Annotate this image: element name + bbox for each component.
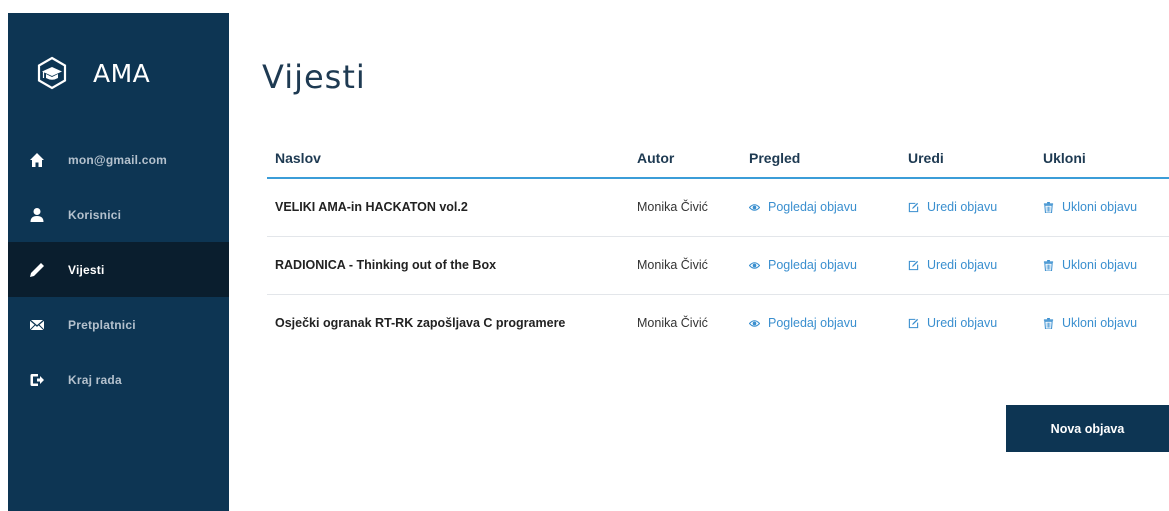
sidebar-item-news[interactable]: Vijesti bbox=[8, 242, 229, 297]
news-table: Naslov Autor Pregled Uredi Ukloni VELIKI… bbox=[267, 138, 1169, 353]
sidebar-item-logout[interactable]: Kraj rada bbox=[8, 352, 229, 407]
news-title: VELIKI AMA-in HACKATON vol.2 bbox=[275, 200, 468, 214]
home-icon bbox=[28, 151, 46, 169]
table-row: Osječki ogranak RT-RK zapošljava C progr… bbox=[267, 295, 1169, 353]
column-header-author: Autor bbox=[637, 150, 675, 166]
eye-icon bbox=[748, 318, 761, 329]
column-header-edit: Uredi bbox=[908, 150, 944, 166]
edit-post-link[interactable]: Uredi objavu bbox=[908, 200, 997, 214]
edit-post-label: Uredi objavu bbox=[927, 200, 998, 214]
logout-icon bbox=[28, 371, 46, 389]
sidebar-item-account[interactable]: mon@gmail.com bbox=[8, 132, 229, 187]
page-title: Vijesti bbox=[262, 58, 366, 96]
edit-post-label: Uredi objavu bbox=[927, 316, 998, 330]
eye-icon bbox=[748, 260, 761, 271]
sidebar-item-users[interactable]: Korisnici bbox=[8, 187, 229, 242]
news-title: RADIONICA - Thinking out of the Box bbox=[275, 258, 497, 272]
table-header: Naslov Autor Pregled Uredi Ukloni bbox=[267, 138, 1169, 179]
user-icon bbox=[28, 206, 46, 224]
view-post-label: Pogledaj objavu bbox=[768, 200, 857, 214]
new-post-button[interactable]: Nova objava bbox=[1006, 405, 1169, 452]
view-post-label: Pogledaj objavu bbox=[768, 316, 857, 330]
view-post-link[interactable]: Pogledaj objavu bbox=[748, 258, 857, 272]
pencil-icon bbox=[28, 261, 46, 279]
graduation-cap-icon bbox=[35, 56, 69, 90]
eye-icon bbox=[748, 202, 761, 213]
brand[interactable]: AMA bbox=[35, 53, 150, 93]
news-author: Monika Čivić bbox=[637, 258, 708, 272]
sidebar-item-label: Pretplatnici bbox=[68, 317, 136, 332]
view-post-link[interactable]: Pogledaj objavu bbox=[748, 200, 857, 214]
edit-post-link[interactable]: Uredi objavu bbox=[908, 258, 997, 272]
table-row: VELIKI AMA-in HACKATON vol.2 Monika Čivi… bbox=[267, 179, 1169, 237]
remove-post-link[interactable]: Ukloni objavu bbox=[1043, 316, 1137, 330]
news-author: Monika Čivić bbox=[637, 316, 708, 330]
brand-name: AMA bbox=[93, 58, 151, 88]
sidebar-nav: mon@gmail.com Korisnici Vijesti Pretplat… bbox=[8, 132, 229, 407]
sidebar-item-label: Korisnici bbox=[68, 207, 122, 222]
news-author: Monika Čivić bbox=[637, 200, 708, 214]
edit-post-label: Uredi objavu bbox=[927, 258, 998, 272]
edit-icon bbox=[908, 202, 919, 213]
envelope-icon bbox=[28, 316, 46, 334]
view-post-link[interactable]: Pogledaj objavu bbox=[748, 316, 857, 330]
edit-icon bbox=[908, 318, 919, 329]
trash-icon bbox=[1043, 259, 1054, 272]
remove-post-label: Ukloni objavu bbox=[1062, 200, 1138, 214]
remove-post-label: Ukloni objavu bbox=[1062, 258, 1138, 272]
remove-post-label: Ukloni objavu bbox=[1062, 316, 1138, 330]
column-header-view: Pregled bbox=[749, 150, 801, 166]
sidebar-item-label: mon@gmail.com bbox=[68, 152, 167, 167]
remove-post-link[interactable]: Ukloni objavu bbox=[1043, 200, 1137, 214]
trash-icon bbox=[1043, 317, 1054, 330]
sidebar-item-label: Vijesti bbox=[68, 262, 105, 277]
edit-icon bbox=[908, 260, 919, 271]
edit-post-link[interactable]: Uredi objavu bbox=[908, 316, 997, 330]
sidebar: AMA mon@gmail.com Korisnici Vijesti Pret… bbox=[8, 13, 229, 511]
table-row: RADIONICA - Thinking out of the Box Moni… bbox=[267, 237, 1169, 295]
sidebar-item-label: Kraj rada bbox=[68, 372, 122, 387]
trash-icon bbox=[1043, 201, 1054, 214]
news-title: Osječki ogranak RT-RK zapošljava C progr… bbox=[275, 316, 566, 330]
remove-post-link[interactable]: Ukloni objavu bbox=[1043, 258, 1137, 272]
sidebar-item-subscribers[interactable]: Pretplatnici bbox=[8, 297, 229, 352]
column-header-title: Naslov bbox=[275, 150, 321, 166]
column-header-remove: Ukloni bbox=[1043, 150, 1086, 166]
view-post-label: Pogledaj objavu bbox=[768, 258, 857, 272]
